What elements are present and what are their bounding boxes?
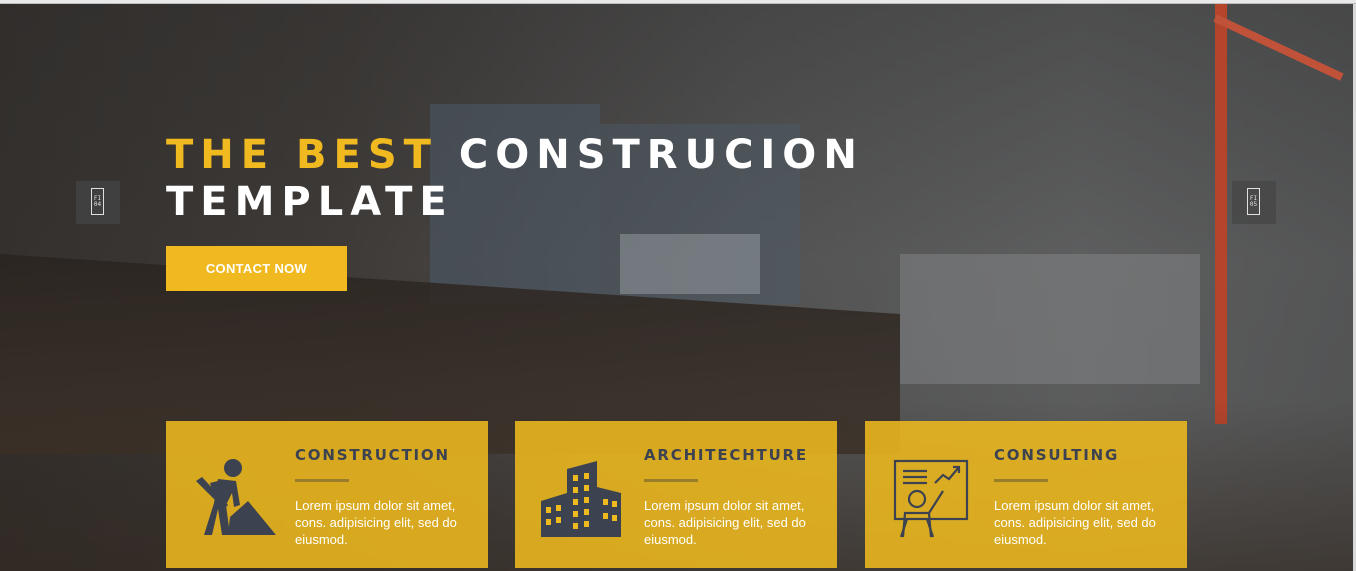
hero-title-accent: THE BEST	[166, 132, 438, 178]
service-description: Lorem ipsum dolor sit amet, cons. adipis…	[295, 498, 457, 547]
worker-digging-icon	[196, 459, 276, 535]
service-description: Lorem ipsum dolor sit amet, cons. adipis…	[994, 498, 1156, 547]
service-description: Lorem ipsum dolor sit amet, cons. adipis…	[644, 498, 806, 547]
service-title: CONSULTING	[994, 446, 1120, 464]
background-building	[900, 254, 1200, 384]
contact-now-button[interactable]: CONTACT NOW	[166, 246, 347, 291]
service-card-construction[interactable]: CONSTRUCTION Lorem ipsum dolor sit amet,…	[166, 421, 488, 568]
service-title-underline	[644, 479, 698, 482]
background-building	[620, 234, 760, 294]
background-crane-mast	[1215, 4, 1227, 424]
service-title: ARCHITECHTURE	[644, 446, 808, 464]
service-title: CONSTRUCTION	[295, 446, 450, 464]
service-card-consulting[interactable]: CONSULTING Lorem ipsum dolor sit amet, c…	[865, 421, 1187, 568]
presentation-board-icon	[893, 459, 969, 538]
service-card-architechture[interactable]: ARCHITECHTURE Lorem ipsum dolor sit amet…	[515, 421, 837, 568]
background-crane-jib	[1213, 14, 1344, 81]
service-title-underline	[994, 479, 1048, 482]
slider-prev-button[interactable]: FI 04	[76, 181, 120, 224]
hero-title: THE BEST CONSTRUCION TEMPLATE	[166, 132, 864, 226]
buildings-icon	[541, 461, 621, 537]
slider-next-button[interactable]: FI 05	[1232, 181, 1276, 224]
service-title-underline	[295, 479, 349, 482]
hero-title-rest: CONSTRUCION	[458, 132, 864, 178]
hero-title-line2: TEMPLATE	[166, 179, 454, 225]
next-slide-icon: FI 05	[1247, 188, 1260, 215]
previous-slide-icon: FI 04	[91, 188, 104, 215]
